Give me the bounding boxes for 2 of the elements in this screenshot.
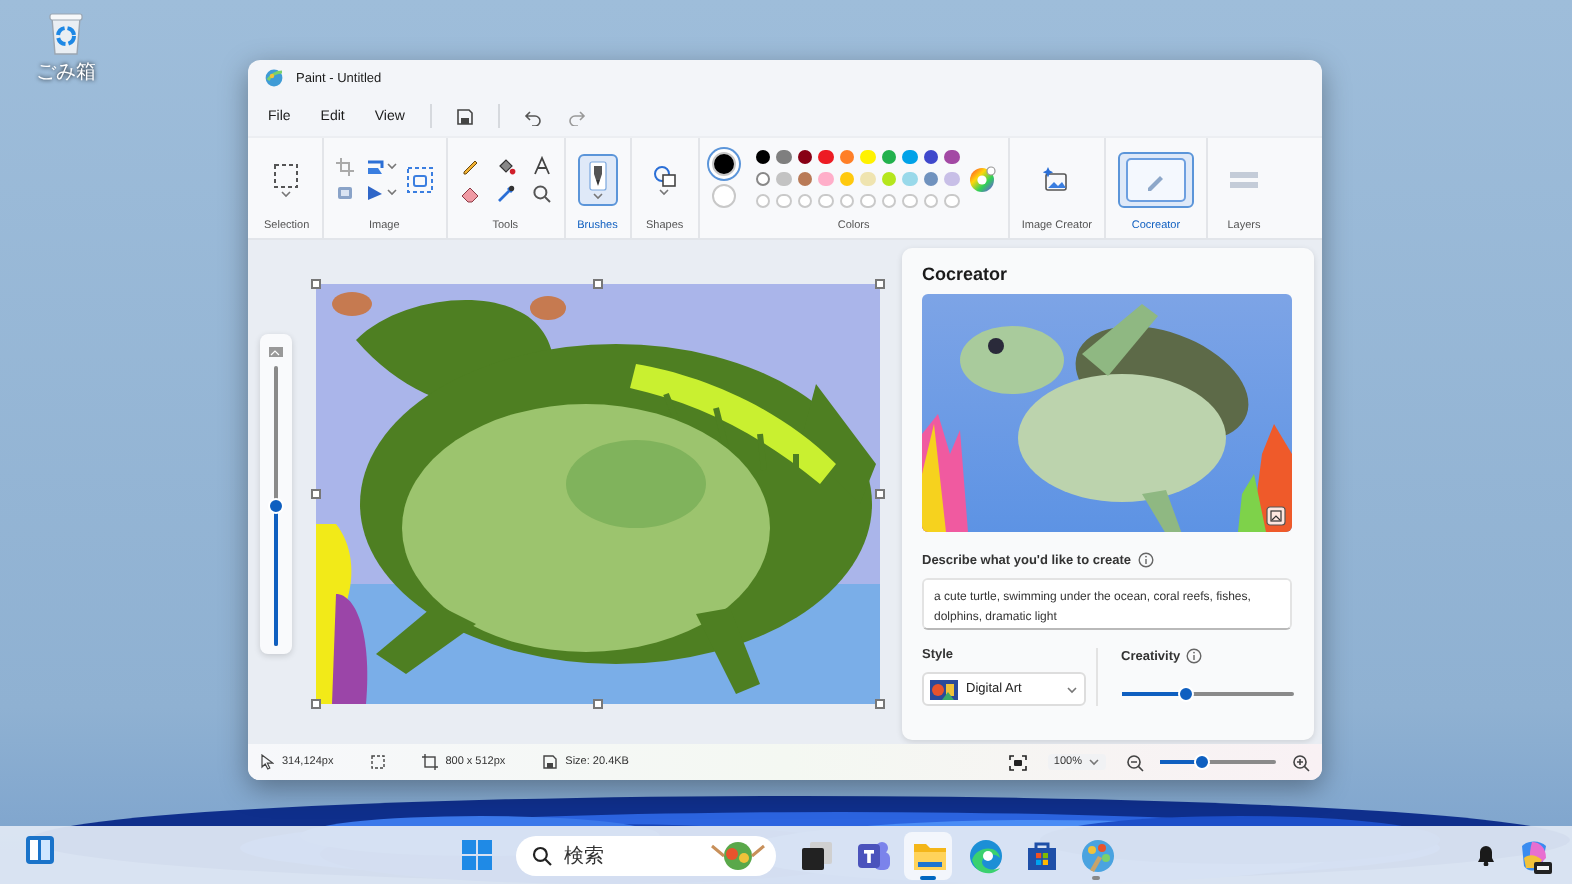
search-field[interactable]: 検索	[516, 835, 776, 875]
panel-title: Cocreator	[922, 264, 1010, 284]
